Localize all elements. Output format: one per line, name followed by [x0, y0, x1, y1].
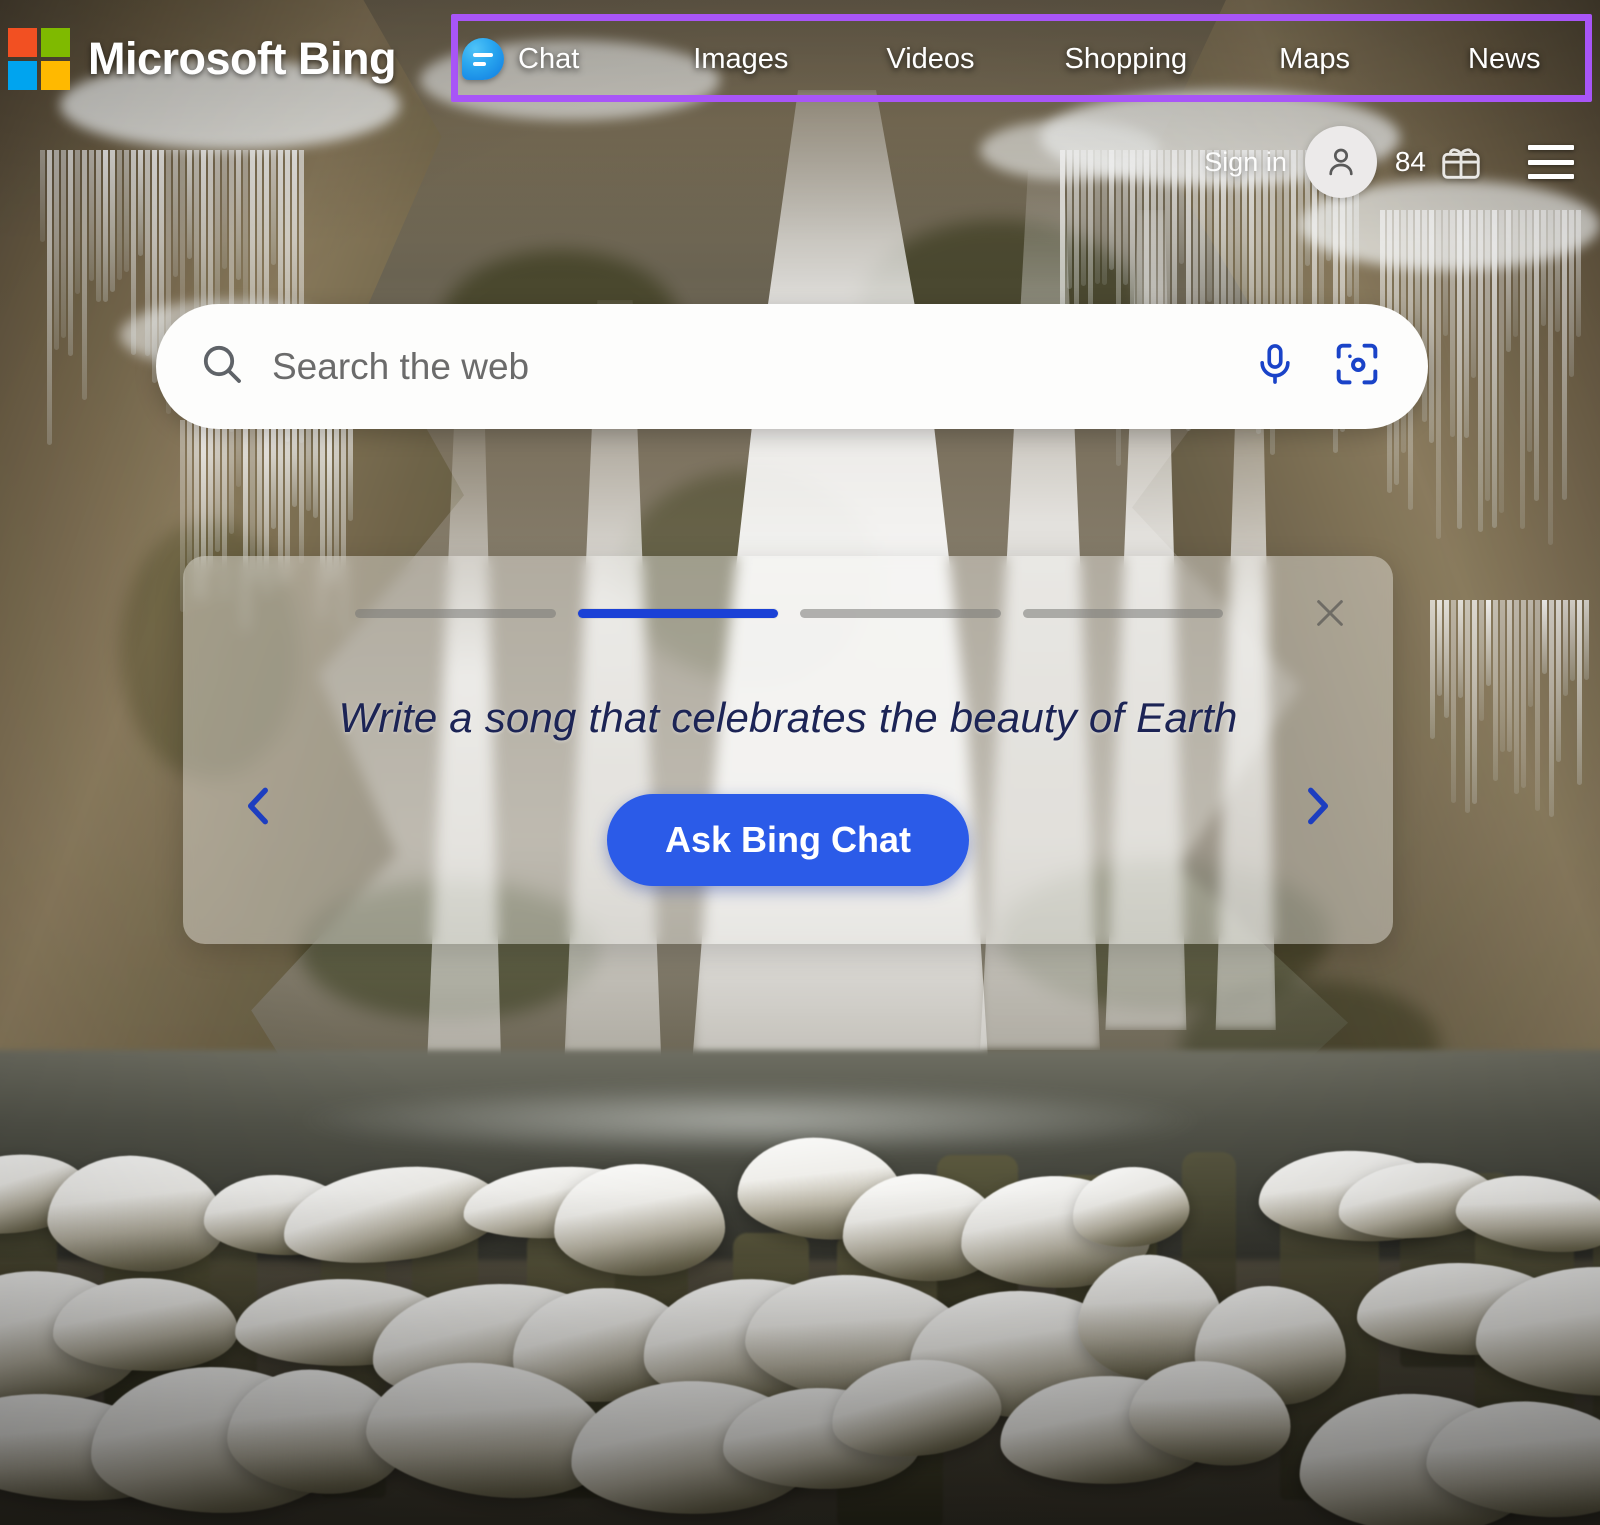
person-icon: [1329, 148, 1353, 176]
close-icon[interactable]: [1309, 592, 1351, 634]
nav-item-label: Shopping: [1064, 42, 1188, 75]
nav-item-chat[interactable]: Chat: [462, 38, 579, 80]
account-bar: Sign in 84: [1204, 126, 1574, 198]
nav-item-label: Images: [693, 42, 789, 75]
carousel-progress-segment[interactable]: [1022, 608, 1223, 618]
carousel-progress-segment[interactable]: [355, 608, 556, 618]
nav-item-maps[interactable]: Maps: [1279, 43, 1350, 76]
promo-carousel-card: Write a song that celebrates the beauty …: [183, 556, 1393, 944]
hamburger-menu-icon[interactable]: [1528, 145, 1574, 179]
search-icon: [198, 340, 246, 393]
main-nav: Chat Images Videos Shopping Maps News: [462, 28, 1587, 90]
nav-item-label: Maps: [1279, 42, 1351, 75]
carousel-progress: [355, 608, 1223, 618]
chevron-right-icon[interactable]: [1289, 778, 1345, 834]
search-input[interactable]: [272, 345, 1252, 388]
rewards-count: 84: [1394, 146, 1426, 177]
avatar[interactable]: [1304, 126, 1377, 198]
bing-chat-icon: [462, 38, 504, 80]
ask-bing-chat-button[interactable]: Ask Bing Chat: [606, 794, 970, 886]
sign-in-link[interactable]: Sign in: [1204, 147, 1287, 178]
visual-search-icon[interactable]: [1332, 339, 1382, 394]
promo-prompt-text: Write a song that celebrates the beauty …: [338, 694, 1238, 741]
rewards-icon: [1442, 148, 1480, 179]
microsoft-logo-icon: [8, 28, 70, 90]
nav-item-label: Chat: [518, 42, 580, 75]
brand-name: Microsoft Bing: [88, 33, 396, 84]
carousel-progress-segment-active[interactable]: [577, 608, 778, 618]
rewards-button[interactable]: 84: [1395, 139, 1484, 185]
nav-item-label: Videos: [886, 42, 975, 75]
chevron-left-icon[interactable]: [231, 778, 287, 834]
nav-item-shopping[interactable]: Shopping: [1065, 43, 1188, 76]
bing-homepage: Microsoft Bing Chat Images Videos Shoppi…: [0, 0, 1600, 1525]
search-bar[interactable]: [156, 304, 1428, 429]
nav-item-images[interactable]: Images: [693, 43, 788, 76]
nav-item-label: News: [1468, 42, 1541, 75]
carousel-progress-segment[interactable]: [800, 608, 1001, 618]
brand-logo-area[interactable]: Microsoft Bing: [0, 28, 396, 90]
nav-item-videos[interactable]: Videos: [886, 43, 974, 76]
nav-item-news[interactable]: News: [1468, 43, 1541, 76]
search-actions: [1252, 339, 1382, 394]
microphone-icon[interactable]: [1252, 341, 1298, 392]
